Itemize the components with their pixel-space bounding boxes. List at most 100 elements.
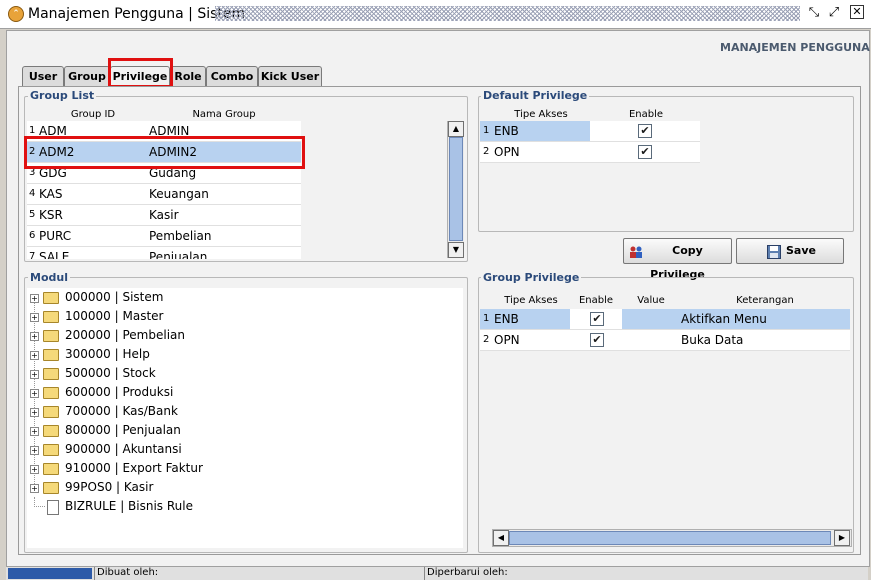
scroll-thumb[interactable]: [509, 531, 831, 545]
expand-icon[interactable]: +: [30, 427, 39, 436]
expand-icon[interactable]: +: [30, 332, 39, 341]
row-number: 7: [29, 251, 36, 259]
tree-item-label: 100000 | Master: [65, 309, 164, 323]
enable-checkbox[interactable]: ✔: [638, 124, 652, 138]
close-icon[interactable]: ✕: [850, 5, 864, 19]
table-row-selected[interactable]: 1 ENB ✔ Aktifkan Menu: [480, 309, 850, 330]
divider: [424, 567, 425, 580]
expand-icon[interactable]: +: [30, 484, 39, 493]
folder-icon: [43, 311, 59, 323]
tree-item[interactable]: + 200000 | Pembelian: [27, 326, 463, 345]
table-row[interactable]: 2 OPN ✔: [480, 142, 700, 163]
tab-combo[interactable]: Combo: [206, 66, 258, 86]
document-icon: [47, 500, 59, 515]
tree-item[interactable]: + 700000 | Kas/Bank: [27, 402, 463, 421]
tree-item[interactable]: + 300000 | Help: [27, 345, 463, 364]
scroll-left-icon[interactable]: ◀: [493, 530, 509, 546]
maximize-icon[interactable]: ⤢: [826, 5, 842, 21]
table-row[interactable]: 5 KSR Kasir: [27, 205, 301, 226]
enable-checkbox[interactable]: ✔: [590, 333, 604, 347]
expand-icon[interactable]: +: [30, 389, 39, 398]
group-name: Keuangan: [149, 187, 209, 201]
enable-checkbox[interactable]: ✔: [638, 145, 652, 159]
folder-icon: [43, 482, 59, 494]
col-nama-group: Nama Group: [192, 109, 256, 120]
privilege-tab-highlight: [108, 58, 173, 88]
scroll-down-icon[interactable]: ▼: [448, 242, 464, 258]
table-row[interactable]: 7 SALE Penjualan: [27, 247, 301, 259]
col-value: Value: [637, 295, 665, 306]
save-button[interactable]: Save: [736, 238, 844, 264]
shrink-icon[interactable]: ⤡: [806, 5, 822, 21]
tree-item-label: 000000 | Sistem: [65, 290, 164, 304]
expand-icon[interactable]: +: [30, 294, 39, 303]
expand-icon[interactable]: +: [30, 446, 39, 455]
expand-icon[interactable]: +: [30, 408, 39, 417]
table-row[interactable]: 4 KAS Keuangan: [27, 184, 301, 205]
keterangan-cell: Aktifkan Menu: [681, 312, 767, 326]
col-keterangan: Keterangan: [736, 295, 794, 306]
default-privilege-table: 1 ENB ✔ 2 OPN ✔: [480, 121, 700, 163]
group-list-scrollbar[interactable]: ▲ ▼: [447, 121, 464, 258]
tab-kick-user[interactable]: Kick User: [258, 66, 322, 86]
save-label: Save: [786, 244, 816, 257]
default-privilege-title: Default Privilege: [481, 89, 590, 102]
app-icon: ⌃: [8, 6, 24, 22]
table-row[interactable]: 2 OPN ✔ Buka Data: [480, 330, 850, 351]
window-title: Manajemen Pengguna | Sistem: [28, 6, 246, 22]
copy-privilege-label: Copy Privilege: [650, 244, 705, 281]
tree-item[interactable]: + 99POS0 | Kasir: [27, 478, 463, 497]
group-id: KAS: [39, 187, 63, 201]
group-name: Pembelian: [149, 229, 212, 243]
group-privilege-table: 1 ENB ✔ Aktifkan Menu 2 OPN ✔ Buka Data: [480, 308, 850, 524]
folder-icon: [43, 368, 59, 380]
tree-item[interactable]: + 100000 | Master: [27, 307, 463, 326]
row-number: 6: [29, 230, 36, 241]
modul-title: Modul: [28, 271, 70, 284]
group-list-title: Group List: [28, 89, 97, 102]
scroll-thumb[interactable]: [449, 137, 463, 241]
expand-icon[interactable]: +: [30, 351, 39, 360]
diperbarui-oleh-label: Diperbarui oleh:: [427, 567, 508, 578]
tab-user[interactable]: User: [22, 66, 64, 86]
expand-icon[interactable]: +: [30, 465, 39, 474]
table-row[interactable]: 6 PURC Pembelian: [27, 226, 301, 247]
group-name: Penjualan: [149, 250, 208, 259]
keterangan-cell: Buka Data: [681, 333, 744, 347]
folder-icon: [43, 387, 59, 399]
group-privilege-hscrollbar[interactable]: ◀ ▶: [492, 529, 852, 547]
tree-item[interactable]: BIZRULE | Bisnis Rule: [27, 497, 463, 516]
floppy-disk-icon: [767, 244, 781, 259]
copy-privilege-button[interactable]: Copy Privilege: [623, 238, 732, 281]
expand-icon[interactable]: +: [30, 370, 39, 379]
expand-icon[interactable]: +: [30, 313, 39, 322]
row-number: 2: [483, 146, 490, 157]
dibuat-oleh-label: Dibuat oleh:: [97, 567, 159, 578]
col-enable: Enable: [578, 295, 614, 306]
tab-group[interactable]: Group: [64, 66, 110, 86]
tree-item-label: 800000 | Penjualan: [65, 423, 181, 437]
scroll-right-icon[interactable]: ▶: [834, 530, 850, 546]
tab-role[interactable]: Role: [170, 66, 206, 86]
tree-item[interactable]: + 500000 | Stock: [27, 364, 463, 383]
row-number: 2: [483, 334, 490, 345]
scroll-up-icon[interactable]: ▲: [448, 121, 464, 137]
progress-indicator: [8, 568, 92, 579]
tree-item[interactable]: + 800000 | Penjualan: [27, 421, 463, 440]
table-row-selected[interactable]: 1 ENB ✔: [480, 121, 700, 142]
tree-item[interactable]: + 000000 | Sistem: [27, 288, 463, 307]
col-tipe-akses: Tipe Akses: [504, 295, 558, 306]
section-title: MANAJEMEN PENGGUNA: [720, 41, 870, 54]
title-bar: ⌃ Manajemen Pengguna | Sistem ⤡ ⤢ ✕: [0, 0, 871, 29]
row-number: 1: [483, 125, 490, 136]
folder-icon: [43, 292, 59, 304]
tree-item[interactable]: + 900000 | Akuntansi: [27, 440, 463, 459]
enable-checkbox[interactable]: ✔: [590, 312, 604, 326]
group-privilege-title: Group Privilege: [481, 271, 582, 284]
tipe-akses: ENB: [494, 312, 519, 326]
tree-item[interactable]: + 600000 | Produksi: [27, 383, 463, 402]
tree-item-label: 900000 | Akuntansi: [65, 442, 182, 456]
tipe-akses: OPN: [494, 145, 520, 159]
title-bar-pattern: [215, 6, 800, 21]
tree-item[interactable]: + 910000 | Export Faktur: [27, 459, 463, 478]
